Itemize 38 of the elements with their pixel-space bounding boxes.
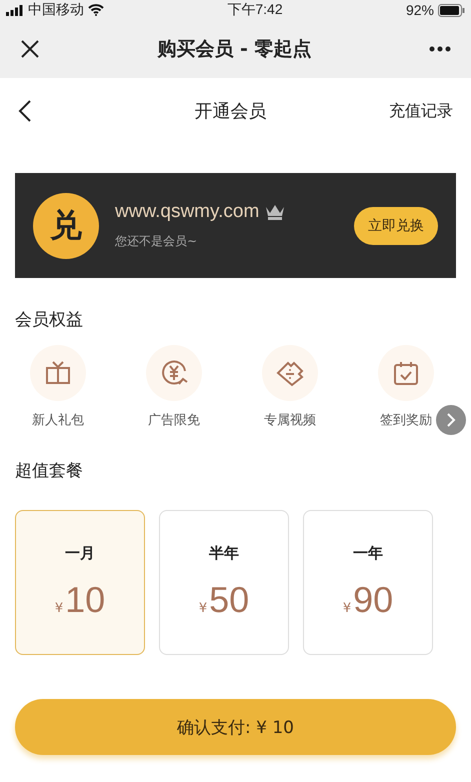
currency-sign: ¥ [342,601,352,616]
benefit-label: 专属视频 [264,412,316,429]
chevron-right-icon [446,412,456,428]
plan-price: 50 [209,579,250,621]
plan-name: 一月 [65,544,95,563]
currency-sign: ¥ [198,601,208,616]
page-title: 购买会员 - 零起点 [157,37,312,62]
plan-price: 90 [353,579,394,621]
plan-card[interactable]: 一年 ¥90 [303,510,433,655]
crown-icon [265,204,286,220]
carrier-name: 中国移动 [28,1,84,19]
plan-name: 半年 [209,544,239,563]
wifi-icon [88,4,104,16]
site-url: www.qswmy.com [115,201,260,223]
header-title: 开通会员 [194,100,266,123]
plan-card[interactable]: 一月 ¥10 [15,510,145,655]
more-icon[interactable] [429,46,451,52]
plan-card[interactable]: 半年 ¥50 [159,510,289,655]
benefit-label: 广告限免 [148,412,200,429]
plan-price: 10 [65,579,106,621]
section-title: 超值套餐 [15,460,84,482]
benefit-label: 签到奖励 [380,412,432,429]
section-title: 会员权益 [15,309,84,331]
currency-sign: ¥ [54,601,64,616]
redeem-button[interactable]: 立即兑换 [354,206,438,244]
next-button[interactable] [436,405,466,435]
battery-percent: 92% [406,2,434,18]
signal-icon [6,4,24,16]
confirm-pay-button[interactable]: 确认支付: ¥ 10 [15,699,456,755]
close-icon[interactable] [20,39,40,59]
back-icon[interactable] [18,99,32,123]
battery-icon [438,4,465,16]
benefit-label: 新人礼包 [32,412,84,429]
redeem-badge: 兑 [33,192,99,258]
status-time: 下午7:42 [227,1,283,19]
membership-status: 您还不是会员~ [115,233,198,250]
plan-name: 一年 [353,544,383,563]
recharge-history-link[interactable]: 充值记录 [389,100,453,122]
